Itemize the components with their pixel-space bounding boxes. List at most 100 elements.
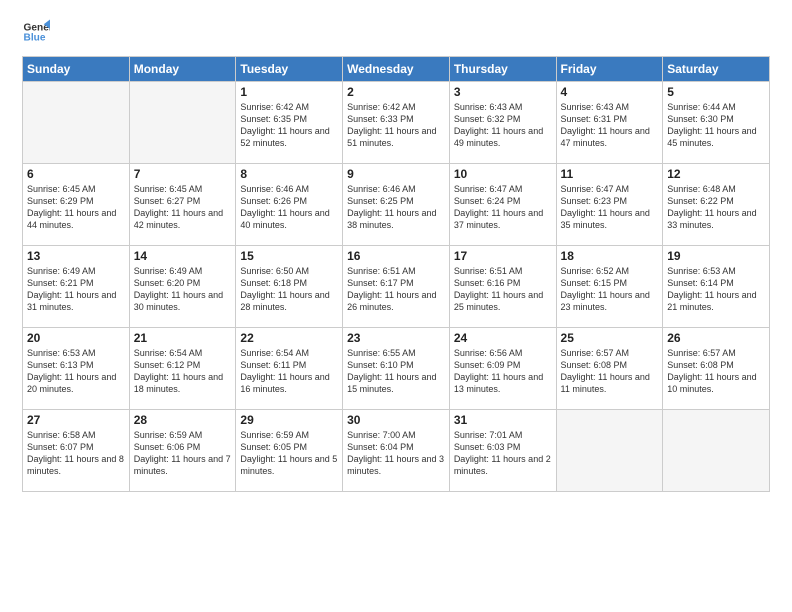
day-number: 28 [134,413,232,427]
calendar-cell: 11 Sunrise: 6:47 AMSunset: 6:23 PMDayligh… [556,164,663,246]
cell-info: Sunrise: 6:55 AMSunset: 6:10 PMDaylight:… [347,347,445,396]
calendar: SundayMondayTuesdayWednesdayThursdayFrid… [22,56,770,492]
day-number: 21 [134,331,232,345]
day-number: 2 [347,85,445,99]
day-number: 26 [667,331,765,345]
logo: General Blue [22,18,50,46]
calendar-cell: 17 Sunrise: 6:51 AMSunset: 6:16 PMDayligh… [449,246,556,328]
calendar-cell: 8 Sunrise: 6:46 AMSunset: 6:26 PMDaylight… [236,164,343,246]
calendar-cell: 30 Sunrise: 7:00 AMSunset: 6:04 PMDayligh… [343,410,450,492]
day-number: 15 [240,249,338,263]
day-number: 14 [134,249,232,263]
day-number: 31 [454,413,552,427]
weekday-header: Tuesday [236,57,343,82]
cell-info: Sunrise: 6:44 AMSunset: 6:30 PMDaylight:… [667,101,765,150]
week-row: 13 Sunrise: 6:49 AMSunset: 6:21 PMDayligh… [23,246,770,328]
day-number: 7 [134,167,232,181]
day-number: 11 [561,167,659,181]
calendar-cell: 13 Sunrise: 6:49 AMSunset: 6:21 PMDayligh… [23,246,130,328]
day-number: 10 [454,167,552,181]
cell-info: Sunrise: 6:58 AMSunset: 6:07 PMDaylight:… [27,429,125,478]
weekday-header: Wednesday [343,57,450,82]
calendar-cell: 7 Sunrise: 6:45 AMSunset: 6:27 PMDaylight… [129,164,236,246]
cell-info: Sunrise: 7:00 AMSunset: 6:04 PMDaylight:… [347,429,445,478]
calendar-cell [129,82,236,164]
calendar-cell: 15 Sunrise: 6:50 AMSunset: 6:18 PMDayligh… [236,246,343,328]
calendar-cell [23,82,130,164]
calendar-cell: 27 Sunrise: 6:58 AMSunset: 6:07 PMDayligh… [23,410,130,492]
cell-info: Sunrise: 6:47 AMSunset: 6:23 PMDaylight:… [561,183,659,232]
day-number: 29 [240,413,338,427]
calendar-cell: 24Sunrise: 6:56 AMSunset: 6:09 PMDayligh… [449,328,556,410]
week-row: 20Sunrise: 6:53 AMSunset: 6:13 PMDayligh… [23,328,770,410]
cell-info: Sunrise: 6:42 AMSunset: 6:35 PMDaylight:… [240,101,338,150]
weekday-header-row: SundayMondayTuesdayWednesdayThursdayFrid… [23,57,770,82]
calendar-cell: 16 Sunrise: 6:51 AMSunset: 6:17 PMDayligh… [343,246,450,328]
cell-info: Sunrise: 6:48 AMSunset: 6:22 PMDaylight:… [667,183,765,232]
day-number: 23 [347,331,445,345]
calendar-cell [663,410,770,492]
day-number: 12 [667,167,765,181]
calendar-cell: 12 Sunrise: 6:48 AMSunset: 6:22 PMDayligh… [663,164,770,246]
cell-info: Sunrise: 6:43 AMSunset: 6:31 PMDaylight:… [561,101,659,150]
day-number: 30 [347,413,445,427]
weekday-header: Saturday [663,57,770,82]
cell-info: Sunrise: 6:52 AMSunset: 6:15 PMDaylight:… [561,265,659,314]
cell-info: Sunrise: 6:49 AMSunset: 6:20 PMDaylight:… [134,265,232,314]
day-number: 20 [27,331,125,345]
cell-info: Sunrise: 6:42 AMSunset: 6:33 PMDaylight:… [347,101,445,150]
cell-info: Sunrise: 6:53 AMSunset: 6:14 PMDaylight:… [667,265,765,314]
cell-info: Sunrise: 6:46 AMSunset: 6:26 PMDaylight:… [240,183,338,232]
day-number: 27 [27,413,125,427]
cell-info: Sunrise: 6:50 AMSunset: 6:18 PMDaylight:… [240,265,338,314]
calendar-cell: 23 Sunrise: 6:55 AMSunset: 6:10 PMDayligh… [343,328,450,410]
day-number: 6 [27,167,125,181]
cell-info: Sunrise: 6:59 AMSunset: 6:06 PMDaylight:… [134,429,232,478]
day-number: 16 [347,249,445,263]
calendar-cell: 28 Sunrise: 6:59 AMSunset: 6:06 PMDayligh… [129,410,236,492]
cell-info: Sunrise: 6:51 AMSunset: 6:16 PMDaylight:… [454,265,552,314]
svg-text:Blue: Blue [24,33,46,44]
day-number: 19 [667,249,765,263]
day-number: 8 [240,167,338,181]
calendar-cell: 10 Sunrise: 6:47 AMSunset: 6:24 PMDayligh… [449,164,556,246]
calendar-cell: 18Sunrise: 6:52 AMSunset: 6:15 PMDayligh… [556,246,663,328]
cell-info: Sunrise: 6:45 AMSunset: 6:29 PMDaylight:… [27,183,125,232]
calendar-cell [556,410,663,492]
cell-info: Sunrise: 6:47 AMSunset: 6:24 PMDaylight:… [454,183,552,232]
calendar-cell: 14 Sunrise: 6:49 AMSunset: 6:20 PMDayligh… [129,246,236,328]
calendar-cell: 22Sunrise: 6:54 AMSunset: 6:11 PMDayligh… [236,328,343,410]
cell-info: Sunrise: 6:45 AMSunset: 6:27 PMDaylight:… [134,183,232,232]
week-row: 27 Sunrise: 6:58 AMSunset: 6:07 PMDayligh… [23,410,770,492]
calendar-cell: 20Sunrise: 6:53 AMSunset: 6:13 PMDayligh… [23,328,130,410]
weekday-header: Friday [556,57,663,82]
cell-info: Sunrise: 6:46 AMSunset: 6:25 PMDaylight:… [347,183,445,232]
calendar-cell: 19 Sunrise: 6:53 AMSunset: 6:14 PMDayligh… [663,246,770,328]
day-number: 1 [240,85,338,99]
header: General Blue [22,18,770,46]
day-number: 9 [347,167,445,181]
calendar-cell: 2 Sunrise: 6:42 AMSunset: 6:33 PMDaylight… [343,82,450,164]
cell-info: Sunrise: 6:51 AMSunset: 6:17 PMDaylight:… [347,265,445,314]
day-number: 22 [240,331,338,345]
calendar-cell: 29 Sunrise: 6:59 AMSunset: 6:05 PMDayligh… [236,410,343,492]
cell-info: Sunrise: 6:49 AMSunset: 6:21 PMDaylight:… [27,265,125,314]
page: General Blue SundayMondayTuesdayWednesda… [0,0,792,612]
week-row: 1 Sunrise: 6:42 AMSunset: 6:35 PMDaylight… [23,82,770,164]
day-number: 25 [561,331,659,345]
calendar-cell: 9 Sunrise: 6:46 AMSunset: 6:25 PMDaylight… [343,164,450,246]
calendar-cell: 21 Sunrise: 6:54 AMSunset: 6:12 PMDayligh… [129,328,236,410]
calendar-cell: 31Sunrise: 7:01 AMSunset: 6:03 PMDayligh… [449,410,556,492]
day-number: 5 [667,85,765,99]
calendar-cell: 6 Sunrise: 6:45 AMSunset: 6:29 PMDaylight… [23,164,130,246]
day-number: 17 [454,249,552,263]
day-number: 13 [27,249,125,263]
cell-info: Sunrise: 6:59 AMSunset: 6:05 PMDaylight:… [240,429,338,478]
cell-info: Sunrise: 6:57 AMSunset: 6:08 PMDaylight:… [561,347,659,396]
cell-info: Sunrise: 6:56 AMSunset: 6:09 PMDaylight:… [454,347,552,396]
logo-icon: General Blue [22,18,50,46]
cell-info: Sunrise: 6:54 AMSunset: 6:12 PMDaylight:… [134,347,232,396]
calendar-cell: 25 Sunrise: 6:57 AMSunset: 6:08 PMDayligh… [556,328,663,410]
week-row: 6 Sunrise: 6:45 AMSunset: 6:29 PMDaylight… [23,164,770,246]
calendar-cell: 1 Sunrise: 6:42 AMSunset: 6:35 PMDaylight… [236,82,343,164]
